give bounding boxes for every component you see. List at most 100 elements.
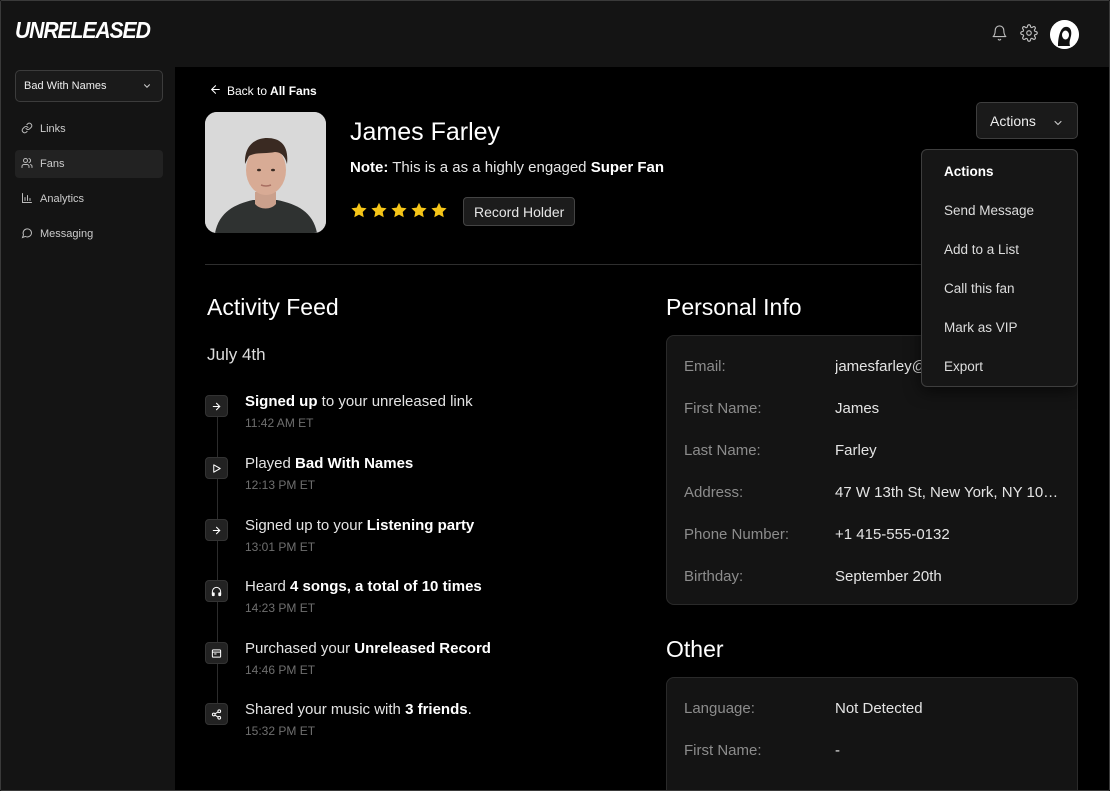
arrow-left-icon <box>209 83 227 99</box>
feed-time: 14:23 PM ET <box>245 601 316 615</box>
fan-photo <box>205 112 326 233</box>
feed-text: Purchased your Unreleased Record <box>245 640 491 657</box>
user-avatar[interactable] <box>1050 20 1079 49</box>
feed-time: 14:46 PM ET <box>245 663 316 677</box>
feed-text: Heard 4 songs, a total of 10 times <box>245 578 482 595</box>
feed-item: Played Bad With Names 12:13 PM ET <box>205 453 565 503</box>
artist-select[interactable]: Bad With Names <box>15 70 163 102</box>
info-label: Last Name: <box>684 442 761 459</box>
info-label: Phone Number: <box>684 526 790 543</box>
info-row-birthday: Birthday: September 20th <box>684 568 1064 588</box>
other-card: Language: Not Detected First Name: - <box>666 677 1078 790</box>
info-value: Farley <box>835 442 877 459</box>
feed-text: Played Bad With Names <box>245 455 413 472</box>
feed-text-bold: 3 friends <box>405 701 468 718</box>
info-label: First Name: <box>684 400 762 417</box>
sidebar-item-label: Fans <box>40 158 65 170</box>
back-link[interactable]: Back to All Fans <box>209 83 317 99</box>
sidebar-item-messaging[interactable]: Messaging <box>15 220 163 248</box>
info-row-first-name: First Name: James <box>684 400 1064 420</box>
feed-item: Heard 4 songs, a total of 10 times 14:23… <box>205 576 565 626</box>
feed-text-plain: to your unreleased link <box>317 393 473 410</box>
gear-icon[interactable] <box>1019 23 1039 43</box>
feed-text-bold: 4 songs, a total of 10 times <box>290 578 482 595</box>
info-label: Language: <box>684 700 755 717</box>
menu-item-add-to-list[interactable]: Add to a List <box>922 233 1077 265</box>
feed-text-bold: Signed up <box>245 393 318 410</box>
star-icon <box>410 202 428 224</box>
star-icon <box>390 202 408 224</box>
bell-icon[interactable] <box>989 23 1009 43</box>
headphones-icon <box>205 580 228 602</box>
info-label: Email: <box>684 358 726 375</box>
feed-text: Shared your music with 3 friends. <box>245 701 472 718</box>
sidebar-item-links[interactable]: Links <box>15 115 163 143</box>
actions-button[interactable]: Actions <box>976 102 1078 139</box>
feed-date: July 4th <box>207 345 266 364</box>
star-icon <box>350 202 368 224</box>
chevron-down-icon <box>142 81 152 94</box>
info-label: Birthday: <box>684 568 744 585</box>
feed-item: Signed up to your Listening party 13:01 … <box>205 515 565 565</box>
info-row-phone: Phone Number: +1 415-555-0132 <box>684 526 1064 546</box>
play-icon <box>205 457 228 479</box>
sidebar: Bad With Names Links Fans Analytics Mess… <box>1 67 175 790</box>
info-value: Not Detected <box>835 700 923 717</box>
info-row-last-name: Last Name: Farley <box>684 442 1064 462</box>
star-icon <box>370 202 388 224</box>
arrow-right-icon <box>205 395 228 417</box>
sidebar-item-fans[interactable]: Fans <box>15 150 163 178</box>
menu-item-mark-vip[interactable]: Mark as VIP <box>922 311 1077 343</box>
feed-item: Purchased your Unreleased Record 14:46 P… <box>205 638 565 688</box>
info-value: - <box>835 742 840 759</box>
top-bar: UNRELEASED <box>1 1 1109 67</box>
note-label: Note: <box>350 159 389 176</box>
info-row-address: Address: 47 W 13th St, New York, NY 1001… <box>684 484 1065 504</box>
info-value: +1 415-555-0132 <box>835 526 950 543</box>
info-value: September 20th <box>835 568 942 585</box>
share-icon <box>205 703 228 725</box>
fan-name: James Farley <box>350 118 501 146</box>
actions-button-label: Actions <box>990 112 1036 129</box>
feed-time: 15:32 PM ET <box>245 724 316 738</box>
feed-text-bold: Bad With Names <box>295 455 414 472</box>
actions-menu: Actions Send Message Add to a List Call … <box>921 149 1078 387</box>
feed-text-plain: Shared your music with <box>245 701 406 718</box>
app-logo[interactable]: UNRELEASED <box>15 17 151 44</box>
fan-rating <box>350 202 448 224</box>
feed-text-plain: . <box>467 701 472 718</box>
personal-info-title: Personal Info <box>666 294 802 320</box>
menu-item-send-message[interactable]: Send Message <box>922 194 1077 226</box>
status-badge: Record Holder <box>463 197 576 226</box>
fan-note: Note: This is a as a highly engaged Supe… <box>350 159 664 176</box>
artist-select-value: Bad With Names <box>24 80 107 92</box>
feed-item: Signed up to your unreleased link 11:42 … <box>205 391 565 441</box>
menu-item-call-fan[interactable]: Call this fan <box>922 272 1077 304</box>
feed-time: 13:01 PM ET <box>245 540 316 554</box>
link-icon <box>21 122 40 137</box>
feed-text: Signed up to your unreleased link <box>245 393 473 410</box>
feed-text-bold: Listening party <box>366 517 475 534</box>
back-link-prefix: Back to <box>227 84 268 98</box>
record-icon <box>205 642 228 664</box>
info-label: First Name: <box>684 742 762 759</box>
chevron-down-icon <box>1052 116 1064 132</box>
info-row-language: Language: Not Detected <box>684 700 1064 720</box>
menu-item-export[interactable]: Export <box>922 350 1077 382</box>
feed-text-plain: Purchased your <box>245 640 355 657</box>
users-icon <box>21 157 40 172</box>
actions-menu-header: Actions <box>944 163 994 179</box>
feed-text-bold: Unreleased Record <box>354 640 491 657</box>
sidebar-item-analytics[interactable]: Analytics <box>15 185 163 213</box>
sidebar-item-label: Messaging <box>40 228 94 240</box>
back-link-target: All Fans <box>270 84 317 98</box>
info-label: Address: <box>684 484 744 501</box>
feed-text-plain: Heard <box>245 578 291 595</box>
info-value: 47 W 13th St, New York, NY 10011 <box>835 484 1065 501</box>
other-title: Other <box>666 636 724 662</box>
feed-text-plain: Played <box>245 455 296 472</box>
feed-text-plain: Signed up to your <box>245 517 367 534</box>
info-row-first-name: First Name: - <box>684 742 1064 762</box>
sidebar-item-label: Links <box>40 123 66 135</box>
note-emphasis: Super Fan <box>590 159 665 176</box>
